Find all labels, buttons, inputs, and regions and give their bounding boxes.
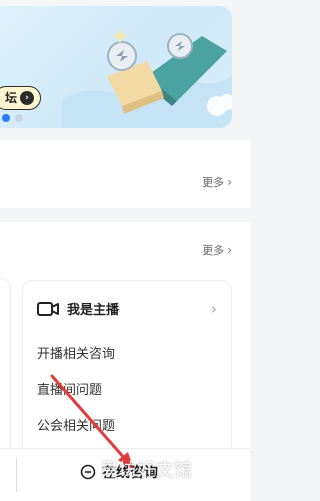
online-consult-button[interactable]: 在线咨询 <box>80 462 158 482</box>
carousel-dot[interactable] <box>15 114 23 122</box>
carousel-dot-active[interactable] <box>2 114 10 122</box>
chevron-right-icon: › <box>227 243 232 257</box>
online-consult-label: 在线咨询 <box>102 465 158 481</box>
banner-tag-label: 坛 <box>5 91 18 105</box>
carousel-dots <box>2 114 23 122</box>
card-header: 我是主播 <box>37 299 119 318</box>
card-item-live-consult[interactable]: 开播相关咨询 <box>37 343 115 362</box>
promo-banner[interactable]: 坛 › <box>0 6 232 128</box>
card-item-guild-issues[interactable]: 公会相关问题 <box>37 415 115 434</box>
chat-icon <box>80 464 96 480</box>
more-label: 更多 <box>202 244 225 257</box>
more-link[interactable]: 更多 › <box>202 174 232 190</box>
chevron-right-icon[interactable]: › <box>211 299 217 318</box>
card-title: 我是主播 <box>67 303 120 318</box>
section-one: 更多 › <box>0 140 250 208</box>
bottom-divider <box>16 458 17 492</box>
banner-illustration <box>62 28 232 128</box>
chevron-right-icon: › <box>227 175 232 189</box>
more-link[interactable]: 更多 › <box>202 242 232 258</box>
video-camera-icon <box>37 301 59 316</box>
chevron-right-icon: › <box>20 91 35 105</box>
card-item-room-issues[interactable]: 直播间问题 <box>37 379 102 398</box>
banner-tag[interactable]: 坛 › <box>0 86 42 110</box>
more-label: 更多 <box>202 176 225 189</box>
